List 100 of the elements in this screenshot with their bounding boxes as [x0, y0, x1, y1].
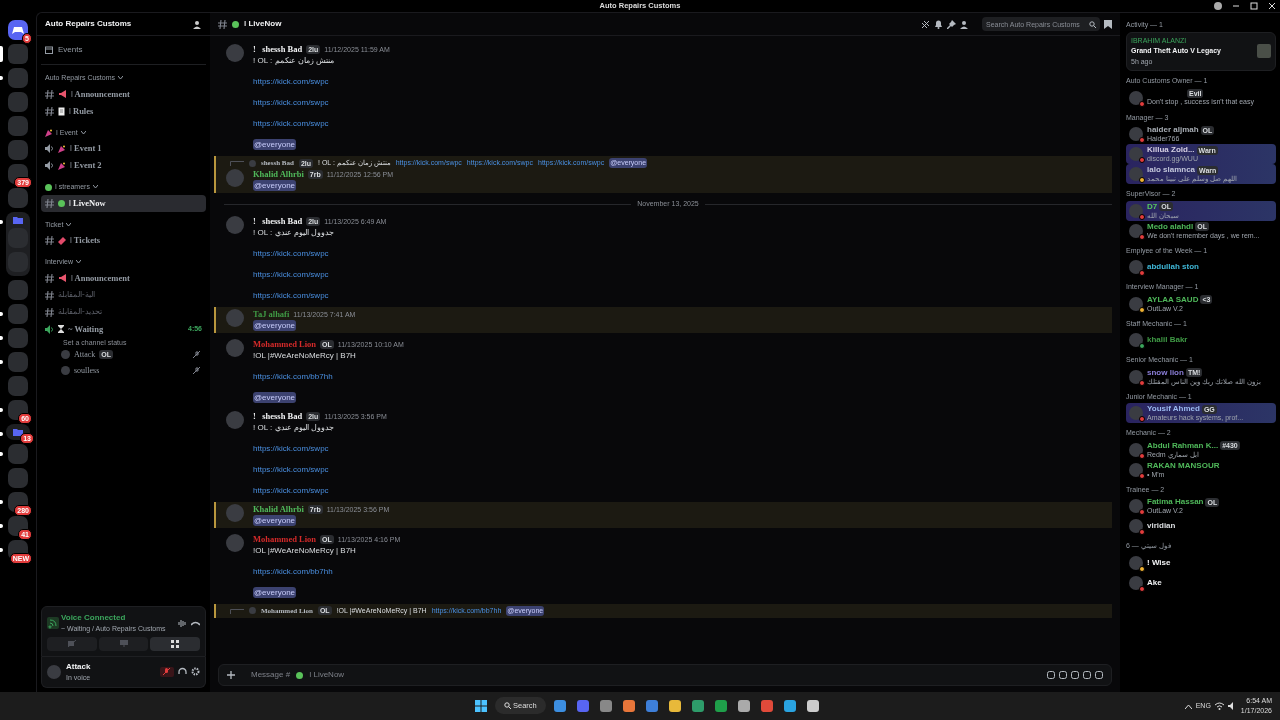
app-icon[interactable]	[666, 697, 684, 714]
app-icon[interactable]	[712, 697, 730, 714]
threads-icon[interactable]	[921, 19, 930, 29]
channel-title: ǀ LiveNow	[244, 18, 282, 30]
voice-user-name[interactable]: Attack	[74, 348, 96, 361]
member-item[interactable]: Ake	[1126, 572, 1276, 593]
link[interactable]: https://kick.com/bb7hh	[253, 370, 333, 382]
link[interactable]: https://kick.com/swpc	[253, 268, 329, 280]
channel-item[interactable]: ǀ LiveNow	[41, 194, 206, 212]
apps-icon[interactable]	[1095, 671, 1103, 679]
member-name[interactable]: haider aljmah	[1147, 125, 1199, 135]
voice-channel[interactable]: ǀ Event 2	[41, 157, 206, 174]
link[interactable]: https://kick.com/swpc	[253, 247, 329, 259]
gift-icon[interactable]	[1047, 671, 1055, 679]
member-name[interactable]: RAKAN MANSOUR	[1147, 460, 1220, 471]
author-name[interactable]: ! shessh Bad	[253, 44, 303, 55]
member-name[interactable]: D7	[1147, 201, 1158, 212]
emoji-icon[interactable]	[1083, 671, 1091, 679]
link[interactable]: https://kick.com/swpc	[253, 76, 329, 87]
link[interactable]: https://kick.com/swpc	[253, 97, 329, 108]
member-name[interactable]: ! Wise	[1147, 557, 1171, 568]
app-icon[interactable]	[597, 697, 615, 714]
message-input[interactable]: Message # ǀ LiveNow	[218, 664, 1112, 686]
member-name[interactable]: Abdul Rahman K...	[1147, 440, 1219, 451]
presence-dot	[1139, 233, 1145, 240]
app-icon[interactable]	[689, 697, 707, 714]
mention-tag[interactable]: @everyone	[253, 180, 297, 191]
wifi-icon[interactable]	[1214, 702, 1224, 710]
inbox-icon[interactable]	[1104, 19, 1112, 29]
author-name[interactable]: Mohammed Lion	[253, 533, 317, 545]
circle-icon	[296, 671, 304, 679]
minimize-icon[interactable]	[1232, 2, 1240, 10]
member-name[interactable]: AYLAA SAUD	[1147, 294, 1199, 305]
member-item[interactable]: khalil Bakr	[1126, 330, 1276, 350]
member-name[interactable]: Medo alahdl	[1147, 221, 1194, 232]
link[interactable]: https://kick.com/swpc	[253, 484, 329, 496]
member-name[interactable]: abdullah ston	[1147, 262, 1199, 272]
member-name[interactable]: snow lion	[1147, 367, 1184, 378]
app-tile-icon	[784, 699, 797, 712]
channel-placeholder: ǀ LiveNow	[309, 669, 345, 681]
bell-icon[interactable]	[934, 19, 943, 29]
author-name[interactable]: Mohammed Lion	[253, 338, 317, 350]
voice-channel[interactable]: ǀ Event 1	[41, 140, 206, 157]
activities-button[interactable]	[150, 636, 200, 651]
events-link[interactable]: Events	[58, 44, 83, 56]
plus-icon[interactable]	[227, 671, 235, 679]
app-icon[interactable]	[735, 697, 753, 714]
link[interactable]: https://kick.com/swpc	[253, 442, 329, 454]
mention-tag[interactable]: @everyone	[253, 514, 297, 526]
author-name[interactable]: ! shessh Bad	[253, 410, 303, 422]
speaker-icon	[45, 324, 54, 334]
channel-item[interactable]: ǀ Tickets	[41, 232, 206, 249]
voice-user-name[interactable]: soulless	[74, 364, 100, 377]
member-name[interactable]: viridian	[1147, 521, 1176, 531]
link[interactable]: https://kick.com/swpc	[253, 118, 329, 129]
app-icon[interactable]	[781, 697, 799, 714]
member-name[interactable]: lalo slamnca	[1147, 165, 1196, 175]
member-item[interactable]: abdullah ston	[1126, 257, 1276, 277]
close-icon[interactable]	[1268, 2, 1276, 10]
author-name[interactable]: Khalid Alhrbi	[253, 169, 304, 180]
author-name[interactable]: ! shessh Bad	[253, 215, 303, 227]
mention-tag[interactable]: @everyone	[253, 391, 297, 403]
help-icon[interactable]	[1214, 2, 1222, 10]
member-name[interactable]: Fatima Hassan	[1147, 497, 1204, 507]
start-button[interactable]	[472, 697, 489, 714]
member-item[interactable]: ! Wise	[1126, 552, 1276, 573]
mic-muted-icon[interactable]	[160, 666, 174, 677]
reply-avatar	[249, 159, 256, 167]
add-member-icon[interactable]	[193, 19, 202, 29]
mention-tag[interactable]: @everyone	[253, 586, 297, 598]
chevron-up-icon[interactable]	[1184, 703, 1192, 709]
server-name[interactable]: Auto Repairs Customs	[45, 18, 132, 30]
author-name[interactable]: Khalid Alhrbi	[253, 503, 304, 515]
app-icon[interactable]	[620, 697, 638, 714]
member-name[interactable]: Killua Zold...	[1147, 145, 1195, 155]
channel-item[interactable]: ǀ Announcement	[41, 85, 206, 103]
headphones-icon[interactable]	[178, 667, 187, 677]
mention-tag[interactable]: @everyone	[253, 139, 297, 150]
maximize-icon[interactable]	[1250, 2, 1258, 10]
member-name[interactable]: khalil Bakr	[1147, 335, 1188, 345]
channel-item[interactable]: ǀ Rules	[41, 102, 206, 120]
app-icon[interactable]	[551, 697, 569, 714]
members-icon[interactable]	[960, 19, 970, 29]
link[interactable]: https://kick.com/swpc	[253, 463, 329, 475]
channel-item[interactable]: ǀ Announcement	[41, 269, 206, 287]
member-name[interactable]: Ake	[1147, 577, 1162, 588]
link[interactable]: https://kick.com/bb7hh	[253, 565, 333, 577]
sticker-icon[interactable]	[1071, 671, 1079, 679]
settings-icon[interactable]	[191, 667, 200, 677]
app-icon[interactable]	[804, 697, 822, 714]
author-name[interactable]: TaJ alhafi	[253, 308, 290, 320]
gif-icon[interactable]	[1059, 671, 1067, 679]
pin-icon[interactable]	[947, 19, 956, 29]
presence-dot	[1139, 472, 1145, 479]
mention-tag[interactable]: @everyone	[253, 319, 297, 331]
link[interactable]: https://kick.com/swpc	[253, 289, 329, 301]
search-icon	[1089, 20, 1096, 28]
circle-icon	[58, 199, 65, 207]
member-item[interactable]: viridian	[1126, 516, 1276, 536]
member-name[interactable]: Yousif Ahmed	[1147, 404, 1200, 414]
